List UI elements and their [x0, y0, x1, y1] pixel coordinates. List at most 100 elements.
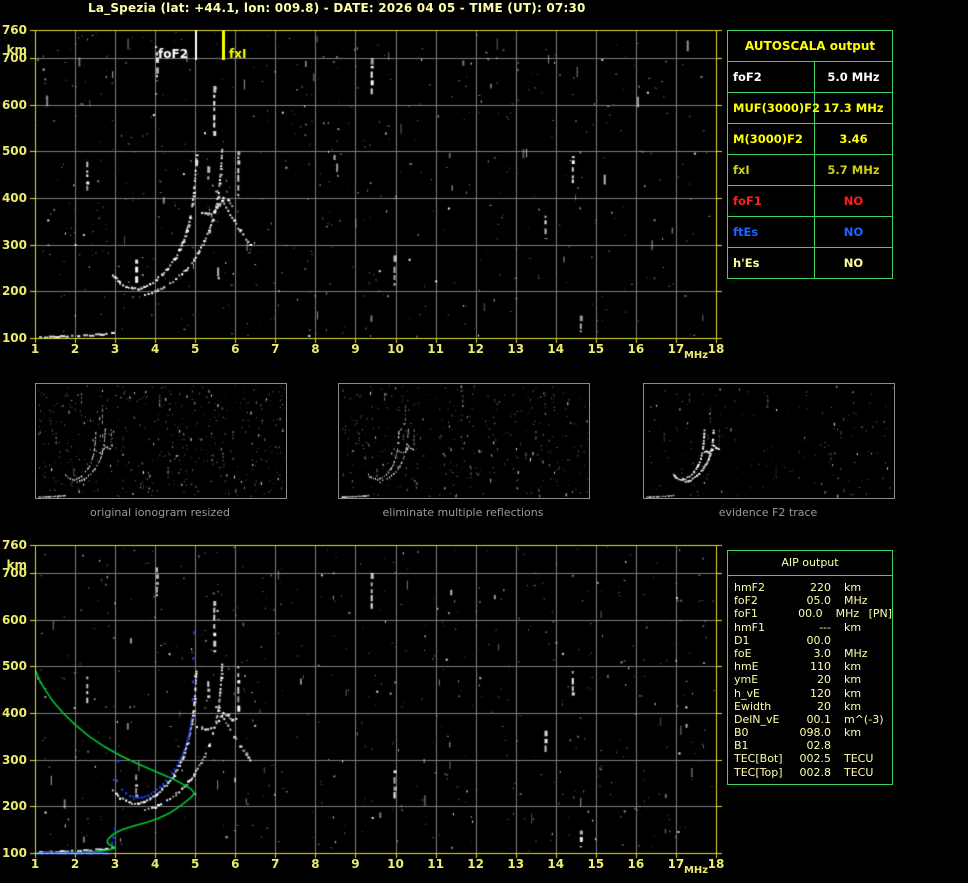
parameter-label: hmF2: [734, 581, 766, 594]
x-tick-label: 16: [627, 857, 645, 871]
parameter-unit: m^(-3): [844, 712, 884, 726]
table-row: h'Es NO: [728, 248, 892, 278]
parameter-extra: [880, 766, 892, 779]
thumbnail-caption-original: original ionogram resized: [90, 506, 230, 519]
parameter-value: 02.8: [806, 739, 832, 753]
parameter-unit: [844, 739, 880, 752]
table-row: TEC[Bot] 002.5 TECU: [728, 752, 892, 765]
parameter-extra: [880, 687, 892, 700]
table-row: fxI 5.7 MHz: [728, 155, 892, 186]
x-tick-label: 1: [30, 857, 40, 871]
x-tick-label: 1: [30, 342, 40, 356]
parameter-label: foF2: [728, 62, 815, 92]
parameter-label: h'Es: [728, 248, 815, 278]
autoscala-table-header: AUTOSCALA output: [728, 31, 892, 62]
parameter-label: MUF(3000)F2: [728, 93, 820, 123]
parameter-value: NO: [843, 225, 864, 239]
table-row: hmF1 --- km: [728, 621, 892, 634]
x-tick-label: 8: [311, 342, 320, 356]
parameter-extra: [880, 739, 892, 752]
x-tick-label: 14: [547, 342, 565, 356]
table-row: DelN_vE 00.1 m^(-3): [728, 713, 892, 726]
autoscala-output-table: AUTOSCALA output foF2 5.0 MHz MUF(3000)F2 1…: [727, 30, 893, 279]
thumbnail-eliminate-reflections: [338, 383, 590, 499]
parameter-unit: km: [844, 660, 862, 674]
table-row: h_vE 120 km: [728, 687, 892, 700]
table-row: foF1 NO: [728, 186, 892, 217]
x-tick-label: 2: [70, 857, 80, 871]
parameter-extra: [880, 594, 892, 607]
x-tick-label: 10: [387, 342, 404, 356]
parameter-label: hmF1: [734, 620, 766, 634]
y-tick-label: 200: [1, 284, 27, 299]
table-row: MUF(3000)F2 17.3 MHz: [728, 93, 892, 124]
y-axis-unit-label: km: [6, 43, 27, 57]
aip-table-header: AIP output: [728, 551, 892, 576]
parameter-label: TEC[Bot]: [734, 752, 783, 766]
parameter-value: 5.0 MHz: [827, 70, 880, 84]
table-row: foF1 00.0 MHz [PN]: [728, 607, 892, 620]
parameter-value: NO: [843, 256, 864, 270]
parameter-extra: [880, 621, 892, 634]
parameter-value: 5.7 MHz: [827, 163, 880, 177]
table-row: hmF2 220 km: [728, 581, 892, 594]
parameter-unit: MHz: [844, 594, 868, 608]
aip-ionogram-canvas: [27, 537, 725, 863]
parameter-value: 220: [810, 581, 831, 594]
parameter-value: 110: [810, 660, 831, 674]
parameter-label: foE: [734, 646, 752, 660]
x-tick-label: 15: [587, 857, 605, 871]
x-tick-label: 9: [351, 342, 360, 356]
page-title: La_Spezia (lat: +44.1, lon: 009.8) - DAT…: [88, 1, 586, 15]
x-tick-label: 12: [467, 857, 484, 871]
parameter-value: 20: [817, 699, 831, 713]
parameter-extra: [880, 673, 892, 686]
x-tick-label: 6: [231, 342, 240, 356]
parameter-label: B1: [734, 739, 749, 753]
table-row: Ewidth 20 km: [728, 700, 892, 713]
parameter-unit: km: [844, 726, 862, 740]
x-tick-label: 3: [110, 857, 120, 871]
parameter-extra: [880, 752, 892, 765]
parameter-extra: [PN]: [868, 607, 893, 621]
y-tick-label: 760: [1, 538, 27, 552]
autoscala-table-rows: foF2 5.0 MHz MUF(3000)F2 17.3 MHz M(3000)F2 3…: [728, 62, 892, 278]
autoscala-app: { "title": "La_Spezia (lat: +44.1, lon: …: [0, 0, 968, 883]
y-tick-label: 300: [1, 237, 27, 252]
parameter-label: ftEs: [728, 217, 815, 247]
parameter-unit: km: [844, 673, 862, 687]
x-tick-label: 8: [311, 857, 320, 871]
x-tick-label: 12: [467, 342, 484, 356]
parameter-value: 00.0: [798, 607, 823, 621]
parameter-label: foF1: [728, 186, 815, 216]
x-tick-label: 4: [150, 857, 160, 871]
parameter-extra: [880, 713, 892, 726]
x-tick-label: 5: [191, 342, 200, 356]
x-tick-label: 4: [150, 342, 160, 356]
y-tick-label: 500: [1, 144, 27, 159]
x-tick-label: 13: [507, 857, 525, 871]
thumbnail-caption-evidence: evidence F2 trace: [718, 506, 818, 519]
parameter-label: hmE: [734, 660, 759, 674]
parameter-value: 17.3 MHz: [823, 101, 884, 115]
y-tick-label: 600: [1, 97, 27, 112]
parameter-label: foF1: [734, 607, 758, 621]
x-tick-label: 2: [70, 342, 80, 356]
x-tick-label: 6: [231, 857, 240, 871]
x-tick-label: 7: [271, 342, 280, 356]
thumbnail-evidence-f2: [643, 383, 895, 499]
parameter-value: ---: [819, 620, 831, 634]
y-tick-label: 600: [1, 612, 27, 627]
parameter-value: 120: [810, 686, 831, 700]
parameter-unit: km: [844, 581, 862, 594]
table-row: ymE 20 km: [728, 673, 892, 686]
parameter-label: ymE: [734, 673, 759, 687]
main-ionogram-canvas: [27, 22, 725, 348]
parameter-unit: km: [844, 620, 862, 634]
table-row: TEC[Top] 002.8 TECU: [728, 766, 892, 779]
parameter-value: 00.1: [806, 712, 832, 726]
y-axis-unit-label: km: [6, 558, 27, 572]
parameter-extra: [880, 726, 892, 739]
table-row: M(3000)F2 3.46: [728, 124, 892, 155]
parameter-value: 002.8: [799, 765, 832, 779]
